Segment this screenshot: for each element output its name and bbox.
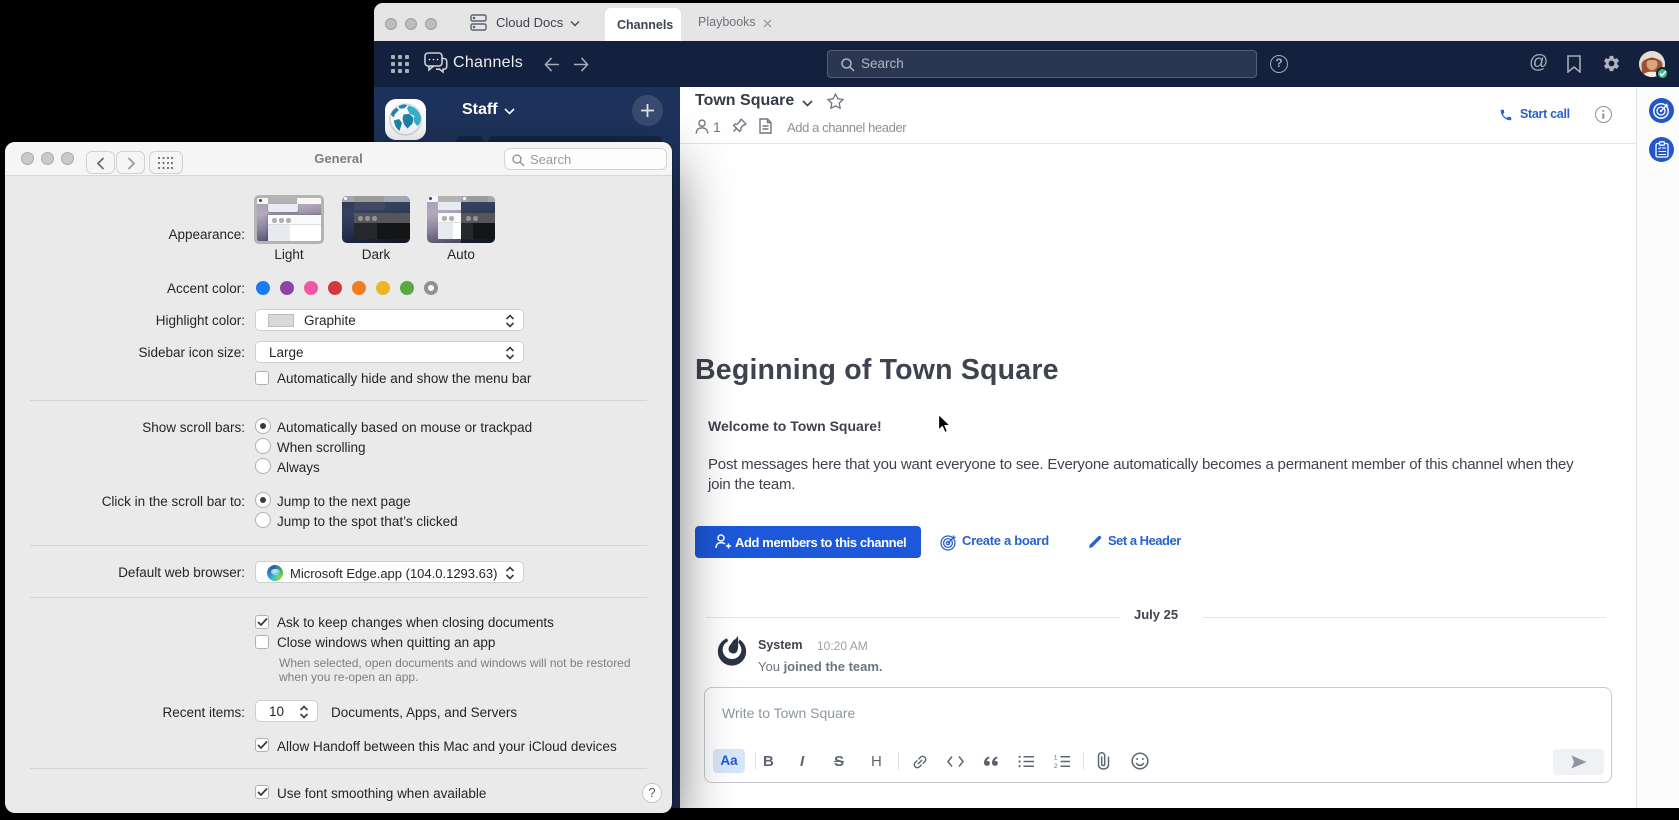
svg-text:1: 1 [1054, 756, 1058, 762]
svg-text:2: 2 [1054, 764, 1058, 768]
